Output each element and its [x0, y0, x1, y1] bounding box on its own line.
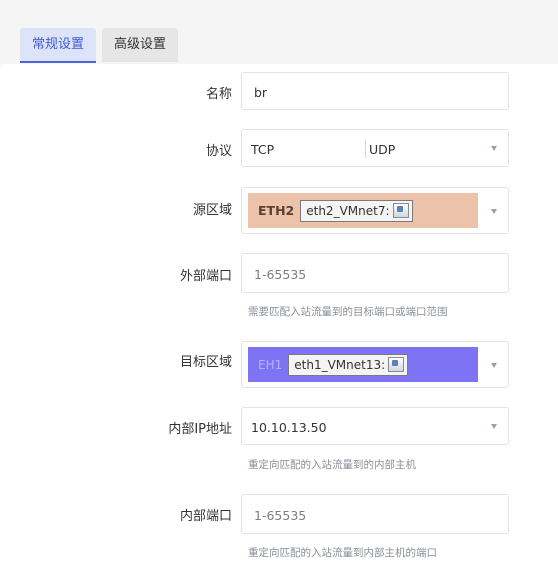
dest-zone-chip[interactable]: eth1_VMnet13:	[288, 353, 409, 376]
source-zone-selection: ETH2 eth2_VMnet7:	[248, 193, 478, 228]
protocol-label: 协议	[205, 144, 232, 159]
name-label: 名称	[205, 87, 232, 102]
internal-port-placeholder: 1-65535	[254, 508, 307, 523]
chevron-down-icon	[491, 424, 497, 429]
external-port-input[interactable]: 1-65535	[241, 253, 509, 293]
internal-port-input[interactable]: 1-65535	[241, 494, 509, 534]
internal-ip-label: 内部IP地址	[168, 422, 232, 437]
chevron-down-icon	[491, 362, 497, 368]
source-zone-select[interactable]: ETH2 eth2_VMnet7:	[241, 187, 509, 234]
tab-advanced-settings[interactable]: 高级设置	[102, 28, 179, 62]
external-port-help: 需要匹配入站流量到的目标端口或端口范围	[248, 306, 448, 318]
name-value: br	[254, 85, 268, 100]
internal-ip-help: 重定向匹配的入站流量到的内部主机	[248, 459, 416, 471]
internal-ip-value: 10.10.13.50	[251, 420, 327, 435]
source-zone-tag: ETH2	[258, 203, 295, 218]
network-icon	[388, 357, 405, 372]
internal-ip-select[interactable]: 10.10.13.50	[241, 407, 509, 445]
chevron-down-icon	[491, 208, 497, 214]
source-zone-chip-label: eth2_VMnet7:	[306, 203, 390, 218]
network-icon	[392, 203, 409, 218]
tab-bar: 常规设置 高级设置	[20, 28, 179, 64]
dest-zone-select[interactable]: EH1 eth1_VMnet13:	[241, 341, 509, 388]
settings-panel: 名称 br 协议 TCP UDP 源区域 ETH2 eth2_VMnet7: 外…	[0, 64, 558, 569]
internal-port-label: 内部端口	[179, 509, 232, 524]
external-port-label: 外部端口	[179, 269, 232, 284]
dest-zone-selection: EH1 eth1_VMnet13:	[248, 347, 478, 382]
internal-port-help: 重定向匹配的入站流量到内部主机的端口	[248, 547, 437, 559]
tab-general-settings[interactable]: 常规设置	[20, 28, 97, 63]
dest-zone-label: 目标区域	[179, 355, 232, 370]
protocol-option-udp[interactable]: UDP	[369, 142, 395, 157]
protocol-select[interactable]: TCP UDP	[241, 129, 509, 167]
source-zone-label: 源区域	[192, 203, 232, 218]
name-input[interactable]: br	[241, 72, 509, 110]
chevron-down-icon	[491, 146, 497, 151]
protocol-option-tcp[interactable]: TCP	[251, 142, 274, 157]
dest-zone-tag: EH1	[258, 357, 283, 372]
source-zone-chip[interactable]: eth2_VMnet7:	[300, 199, 413, 222]
protocol-divider	[365, 139, 366, 158]
external-port-placeholder: 1-65535	[254, 267, 307, 282]
dest-zone-chip-label: eth1_VMnet13:	[294, 357, 386, 372]
